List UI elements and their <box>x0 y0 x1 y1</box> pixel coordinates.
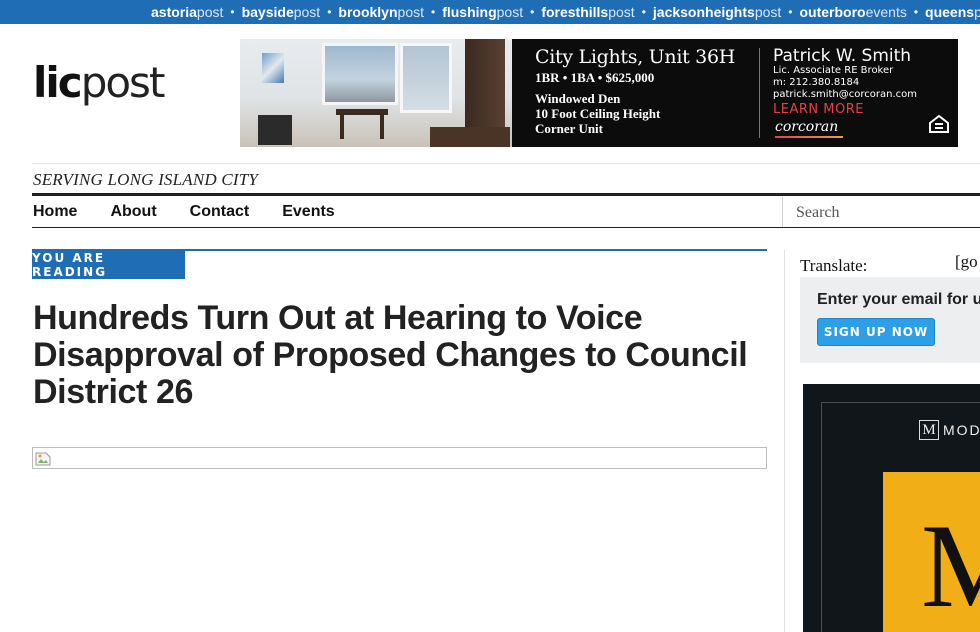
nav-contact[interactable]: Contact <box>190 203 250 221</box>
header-rule <box>32 163 980 164</box>
network-link-bold: flushing <box>442 4 497 20</box>
nav-about[interactable]: About <box>110 203 156 221</box>
network-link-bold: queens <box>925 4 975 20</box>
network-link-bold: foresthills <box>541 4 609 20</box>
network-link-bold: bayside <box>241 4 294 20</box>
network-separator: • <box>530 5 535 19</box>
ad-brand-logo: corcoran <box>775 119 839 135</box>
logo-bold: lic <box>33 58 83 107</box>
network-link-suffix: post <box>608 4 635 20</box>
article-image <box>32 447 767 469</box>
network-link-bold: jacksonheights <box>652 4 755 20</box>
network-separator: • <box>230 5 235 19</box>
network-separator: • <box>788 5 793 19</box>
network-bar: astoria post • bayside post • brooklyn post • flu… <box>0 0 980 24</box>
site-tagline: SERVING LONG ISLAND CITY <box>33 170 259 189</box>
network-links: astoria post • bayside post • brooklyn post • flu… <box>151 0 980 24</box>
network-link[interactable]: flushing post <box>442 4 523 20</box>
sign-up-button[interactable]: SIGN UP NOW <box>817 318 935 346</box>
site-logo[interactable]: licpost <box>33 62 165 104</box>
search-divider <box>782 197 783 227</box>
network-separator: • <box>431 5 436 19</box>
ad-agent-phone: m: 212.380.8184 <box>773 77 860 88</box>
network-link-suffix: events <box>865 4 907 20</box>
network-separator: • <box>641 5 646 19</box>
article-title: Hundreds Turn Out at Hearing to Voice Di… <box>33 299 748 411</box>
search-input[interactable] <box>786 200 980 226</box>
ad-learn-more-link[interactable]: LEARN MORE <box>773 102 864 117</box>
network-link[interactable]: jacksonheights post <box>653 4 781 20</box>
sidebar-divider <box>784 250 785 632</box>
network-link[interactable]: outerboro events <box>799 4 906 20</box>
network-link[interactable]: bayside post <box>242 4 321 20</box>
network-link-suffix: post <box>397 4 424 20</box>
newsletter-signup: Enter your email for u SIGN UP NOW <box>800 277 980 363</box>
ad-headline: City Lights, Unit 36H <box>535 46 736 68</box>
network-link[interactable]: brooklyn post <box>338 4 424 20</box>
nav-home[interactable]: Home <box>33 203 77 221</box>
translate-widget[interactable]: [go <box>955 252 978 272</box>
network-link[interactable]: foresthills post <box>541 4 634 20</box>
translate-label: Translate: <box>800 256 868 275</box>
network-link[interactable]: queenspost <box>925 4 980 20</box>
nav-top-rule <box>32 193 980 196</box>
sidebar-ad[interactable]: M MODE M <box>803 384 980 632</box>
apartment-photo <box>240 39 512 147</box>
ad-feature: Corner Unit <box>535 121 604 136</box>
network-link[interactable]: astoria post <box>151 4 223 20</box>
ad-agent-title: Lic. Associate RE Broker <box>773 65 894 76</box>
ad-brand-mark: M <box>919 420 939 440</box>
ad-agent-name: Patrick W. Smith <box>773 46 912 66</box>
ad-price: 1BR • 1BA • $625,000 <box>535 70 655 85</box>
logo-light: post <box>80 58 166 107</box>
network-link-bold: outerboro <box>799 4 866 20</box>
network-separator: • <box>913 5 919 19</box>
ad-brand-text: MODE <box>943 422 980 438</box>
ad-feature: 10 Foot Ceiling Height <box>535 106 661 121</box>
nav-events[interactable]: Events <box>282 203 334 221</box>
network-link-suffix: post <box>196 4 224 20</box>
network-link-suffix: post <box>293 4 321 20</box>
network-link-bold: astoria <box>151 4 197 20</box>
network-separator: • <box>327 5 332 19</box>
ad-agent-email: patrick.smith@corcoran.com <box>773 89 917 100</box>
ad-brand-underline <box>775 136 843 138</box>
main-nav: Home About Contact Events <box>33 203 368 221</box>
network-link-suffix: post <box>754 4 782 20</box>
reading-label: YOU ARE READING <box>32 251 185 279</box>
ad-big-letter: M <box>921 499 980 632</box>
nav-bottom-rule <box>32 227 980 228</box>
ad-divider <box>759 48 760 138</box>
network-link-suffix: post <box>974 4 980 20</box>
network-link-suffix: post <box>496 4 524 20</box>
broken-image-icon <box>35 452 51 466</box>
network-link-bold: brooklyn <box>338 4 398 20</box>
signup-prompt: Enter your email for u <box>817 291 980 308</box>
ad-feature: Windowed Den <box>535 91 621 106</box>
equal-housing-icon <box>929 114 949 133</box>
ad-banner[interactable]: City Lights, Unit 36H 1BR • 1BA • $625,0… <box>240 39 958 147</box>
